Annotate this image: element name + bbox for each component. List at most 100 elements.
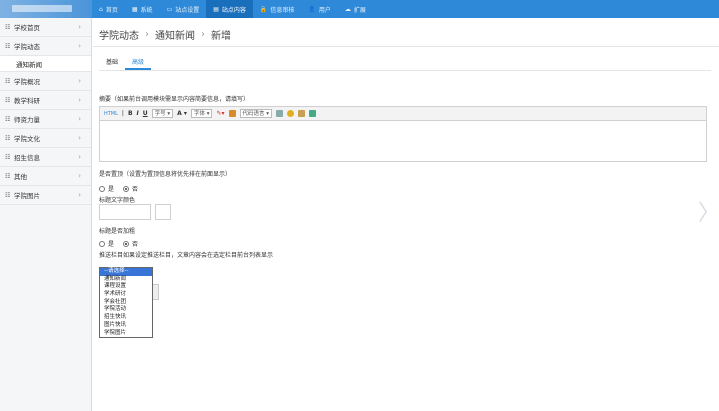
chevron-right-icon: › <box>78 191 81 199</box>
dropdown-option[interactable]: --请选择-- <box>100 268 152 276</box>
chevron-right-icon: › <box>78 153 81 161</box>
code-language-value: 代码语言 <box>242 111 265 117</box>
list-icon: ☷ <box>5 191 11 199</box>
title-bold-no-radio[interactable] <box>123 240 130 247</box>
attachment-icon[interactable] <box>298 110 306 117</box>
dropdown-option[interactable]: 课程设置 <box>100 283 152 291</box>
divider <box>93 46 719 47</box>
list-icon: ☷ <box>5 77 11 85</box>
push-column-label: 推送栏目如果设定推送栏目，文章内容会在选定栏目前台列表显示 <box>99 252 274 259</box>
title-bold-label: 标题是否加粗 <box>99 228 136 235</box>
sidebar-item-culture[interactable]: ☷ 学院文化 › <box>0 129 91 148</box>
sidebar-item-school-home[interactable]: ☷ 学校首页 › <box>0 18 91 37</box>
sidebar-item-other[interactable]: ☷ 其他 › <box>0 167 91 186</box>
italic-button[interactable]: I <box>137 110 139 117</box>
nav-site-settings[interactable]: ▭ 站点设置 <box>160 0 207 18</box>
chevron-right-icon: › <box>78 172 81 180</box>
font-size-value: 字号 <box>154 111 166 117</box>
pin-top-label: 是否置顶（设置为置顶信息将优先排在前面显示） <box>99 171 232 178</box>
brand-logo <box>0 0 92 18</box>
dropdown-option[interactable]: 学院图片 <box>100 330 152 338</box>
insert-image-icon[interactable] <box>228 110 236 117</box>
home-icon: ⌂ <box>99 5 103 13</box>
monitor-icon: ▭ <box>166 5 173 13</box>
nav-site-content[interactable]: ▤ 站点内容 <box>206 0 253 18</box>
chevron-right-icon: › <box>78 115 81 123</box>
list-icon: ▤ <box>213 5 219 13</box>
nav-user[interactable]: 👤 用户 <box>301 0 338 18</box>
breadcrumb-item[interactable]: 学院动态 <box>99 27 139 42</box>
tab-advanced[interactable]: 高级 <box>125 56 152 70</box>
underline-button[interactable]: U <box>143 110 148 117</box>
top-nav: ⌂ 首页 ▦ 系统 ▭ 站点设置 ▤ 站点内容 🔒 信息审核 👤 用户 ☁ 扩展 <box>92 0 373 18</box>
html-source-button[interactable]: HTML <box>104 111 118 117</box>
sidebar-item-faculty[interactable]: ☷ 师资力量 › <box>0 110 91 129</box>
sidebar-item-label: 师资力量 <box>14 116 40 124</box>
nav-label: 站点内容 <box>221 6 246 14</box>
pin-top-yes-radio[interactable] <box>99 185 105 192</box>
emoji-icon[interactable] <box>287 110 295 117</box>
list-icon: ☷ <box>5 115 11 123</box>
push-column-dropdown[interactable]: --请选择-- 通知新闻 课程设置 学术研讨 学会社团 学院活动 招生快讯 图片… <box>99 267 153 339</box>
title-bold-radio-group: 是 否 <box>99 239 138 248</box>
title-color-label: 标题文字颜色 <box>99 197 136 204</box>
chevron-right-icon[interactable]: 〉 <box>698 195 719 227</box>
list-icon: ☷ <box>5 153 11 161</box>
dropdown-option[interactable]: 招生快讯 <box>100 314 152 322</box>
font-color-button[interactable]: A ▾ <box>177 110 187 117</box>
sidebar-item-admissions[interactable]: ☷ 招生信息 › <box>0 148 91 167</box>
font-color-label: A <box>177 110 182 117</box>
chevron-right-icon: › <box>78 77 81 85</box>
pin-top-radio-group: 是 否 <box>99 184 138 193</box>
radio-label: 是 <box>108 241 115 248</box>
summary-editor[interactable]: HTML | B I U 字号 ▾ A ▾ 字体 ▾ ✎▾ 代码语言 ▾ <box>99 106 707 162</box>
dropdown-option[interactable]: 学院活动 <box>100 306 152 314</box>
sidebar: ☷ 学校首页 › ☷ 学院动态 › 通知新闻 ☷ 学院概况 › ☷ 教学科研 › ☷ 师资力量 › … <box>0 18 92 411</box>
radio-label: 是 <box>108 186 115 193</box>
breadcrumb-separator: › <box>145 28 149 40</box>
nav-label: 信息审核 <box>270 6 295 14</box>
sidebar-item-label: 学院动态 <box>14 43 40 51</box>
chevron-right-icon: › <box>78 96 81 104</box>
nav-review[interactable]: 🔒 信息审核 <box>253 0 302 18</box>
top-bar: ⌂ 首页 ▦ 系统 ▭ 站点设置 ▤ 站点内容 🔒 信息审核 👤 用户 ☁ 扩展 <box>0 0 719 18</box>
nav-label: 站点设置 <box>175 6 200 14</box>
list-icon: ☷ <box>5 96 11 104</box>
main-content: 学院动态 › 通知新闻 › 新增 基础 高级 摘要（如果前台调用模块需显示内容简… <box>93 18 719 411</box>
picture-icon[interactable] <box>309 110 317 117</box>
code-language-select[interactable]: 代码语言 ▾ <box>239 109 273 118</box>
sidebar-item-overview[interactable]: ☷ 学院概况 › <box>0 72 91 91</box>
font-family-select[interactable]: 字体 ▾ <box>190 109 213 118</box>
dropdown-option[interactable]: 图片快讯 <box>100 322 152 330</box>
bold-button[interactable]: B <box>128 110 133 117</box>
editor-toolbar: HTML | B I U 字号 ▾ A ▾ 字体 ▾ ✎▾ 代码语言 ▾ <box>100 107 706 121</box>
tab-basic[interactable]: 基础 <box>99 56 125 70</box>
font-size-select[interactable]: 字号 ▾ <box>151 109 174 118</box>
push-select-box <box>153 284 159 300</box>
grid-icon: ▦ <box>131 5 138 13</box>
nav-label: 用户 <box>318 6 331 14</box>
breadcrumb-separator: › <box>201 28 205 40</box>
nav-system[interactable]: ▦ 系统 <box>125 0 160 18</box>
sidebar-item-college-news[interactable]: ☷ 学院动态 › <box>0 37 91 56</box>
nav-extend[interactable]: ☁ 扩展 <box>338 0 373 18</box>
sidebar-subitem-notice-news[interactable]: 通知新闻 <box>0 56 91 72</box>
sidebar-item-label: 学院文化 <box>14 135 40 143</box>
chevron-right-icon: › <box>78 23 81 31</box>
list-icon: ☷ <box>5 172 11 180</box>
sidebar-item-pictures[interactable]: ☷ 学院图片 › <box>0 186 91 205</box>
color-picker-button[interactable] <box>155 204 171 220</box>
title-color-input[interactable] <box>99 204 151 220</box>
link-icon[interactable] <box>276 110 284 117</box>
sidebar-item-label: 学院概况 <box>14 78 40 86</box>
list-icon: ☷ <box>5 42 11 50</box>
sidebar-item-teaching-research[interactable]: ☷ 教学科研 › <box>0 91 91 110</box>
nav-home[interactable]: ⌂ 首页 <box>92 0 125 18</box>
title-bold-yes-radio[interactable] <box>99 240 105 247</box>
pin-top-no-radio[interactable] <box>123 185 130 192</box>
list-icon: ☷ <box>5 134 11 142</box>
nav-label: 首页 <box>105 6 118 14</box>
dropdown-option[interactable]: 学术研讨 <box>100 291 152 299</box>
breadcrumb-item[interactable]: 通知新闻 <box>155 27 195 42</box>
highlight-color-icon[interactable]: ✎▾ <box>216 110 224 117</box>
